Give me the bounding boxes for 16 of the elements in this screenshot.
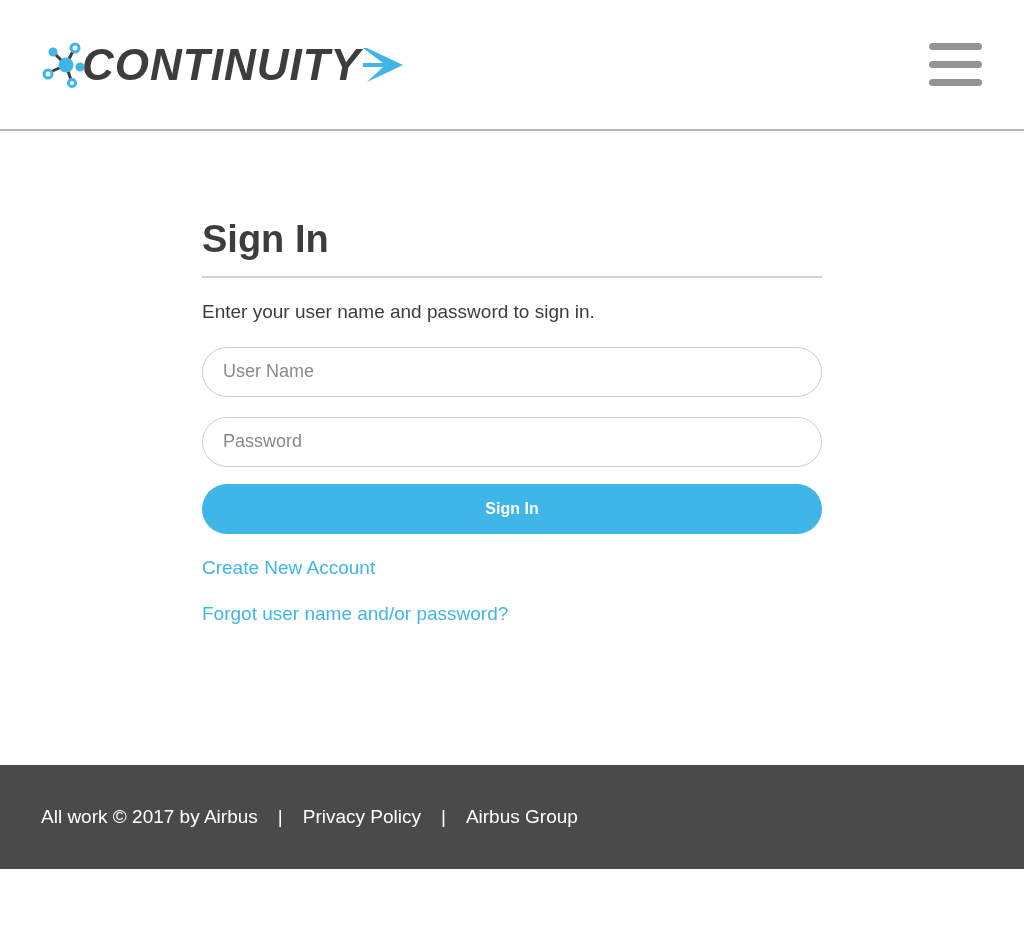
sign-in-button[interactable]: Sign In: [202, 483, 822, 534]
separator: |: [440, 804, 446, 829]
separator: |: [277, 804, 283, 829]
link[interactable]: Create New Account: [202, 553, 376, 582]
menu-icon[interactable]: [929, 43, 982, 86]
molecule-icon: [42, 40, 84, 89]
input-field[interactable]: Password: [202, 416, 822, 467]
page-title: Sign In: [202, 211, 822, 278]
copyright-text: All work © 2017 by Airbus: [41, 804, 258, 829]
logo-wordmark: CONTINUITY: [82, 42, 361, 87]
footer-link[interactable]: Privacy Policy: [302, 802, 421, 832]
footer-link[interactable]: Airbus Group: [465, 802, 578, 832]
input-field[interactable]: User Name: [202, 346, 822, 397]
arrowhead-icon: [362, 47, 403, 82]
instructions-text: Enter your user name and password to sign in.: [202, 300, 596, 324]
link[interactable]: Forgot user name and/or password?: [202, 600, 509, 629]
